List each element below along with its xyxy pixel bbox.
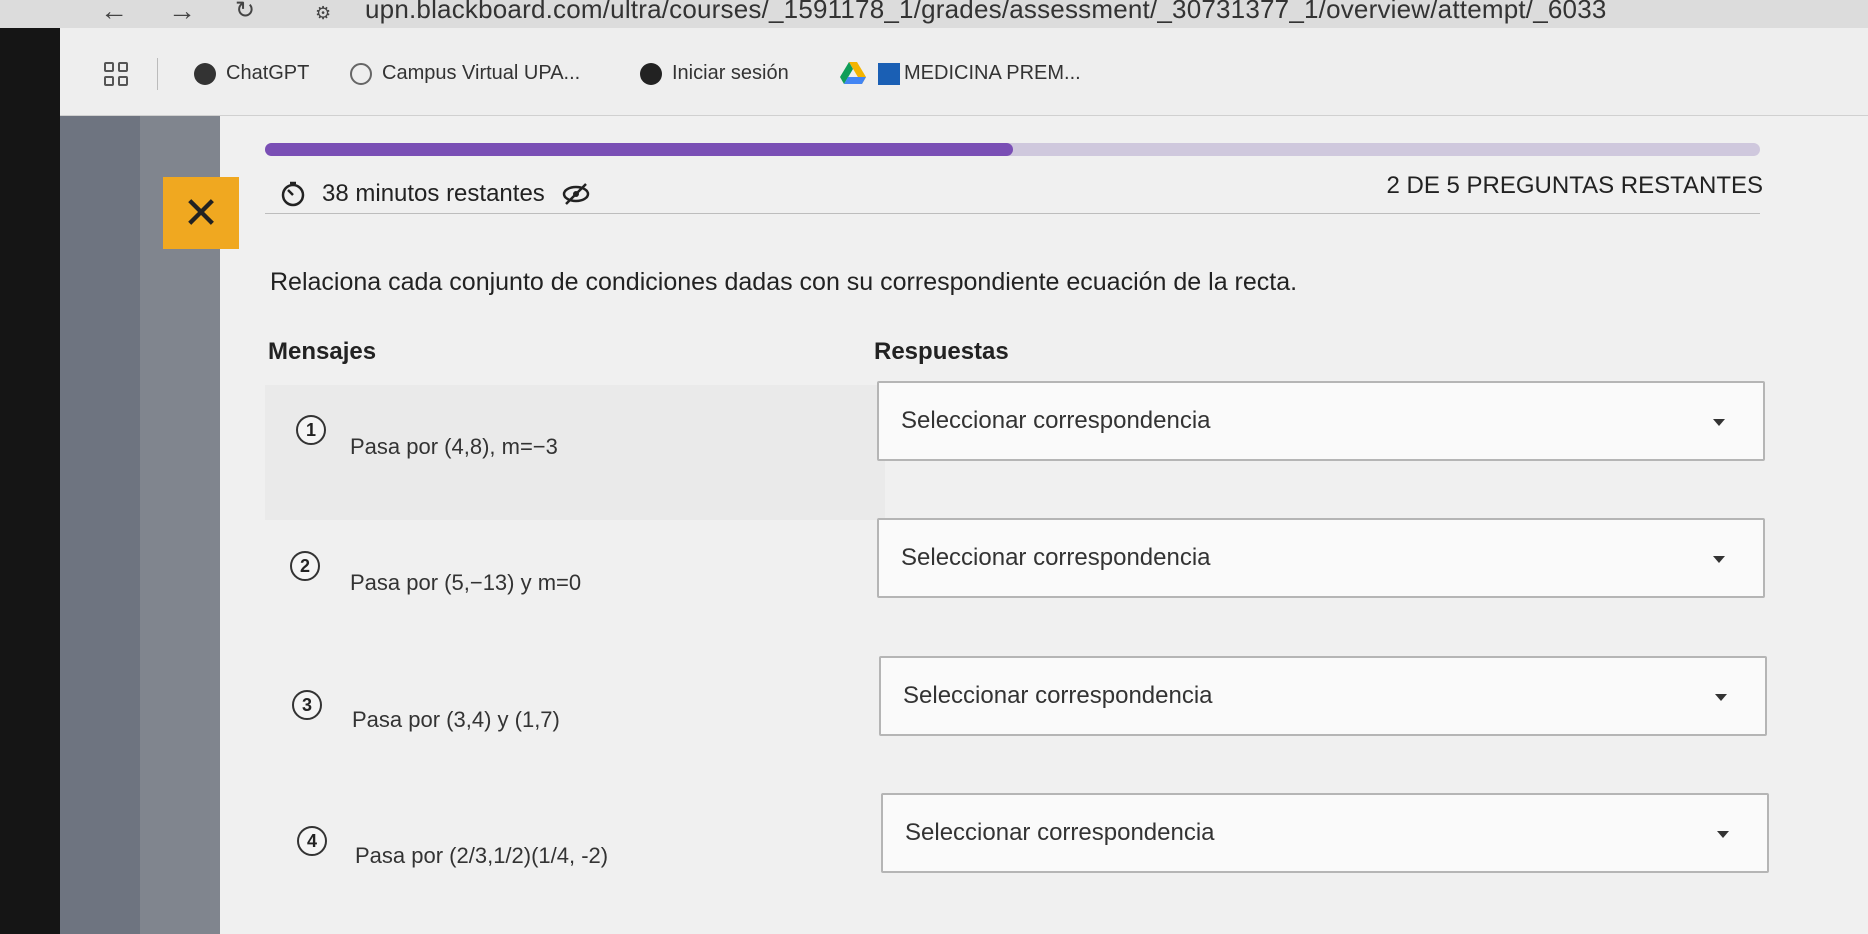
dropdown-caret-icon: [1715, 694, 1727, 701]
match-select-2[interactable]: Seleccionar correspondencia: [877, 518, 1765, 598]
match-select-4[interactable]: Seleccionar correspondencia: [881, 793, 1769, 873]
screen-bezel: [0, 28, 60, 934]
match-select-3[interactable]: Seleccionar correspondencia: [879, 656, 1767, 736]
apps-grid-icon[interactable]: [104, 62, 130, 88]
messages-column-header: Mensajes: [268, 338, 377, 365]
progress-bar: [265, 143, 1760, 156]
message-4: Pasa por (2/3,1/2)(1/4, -2): [355, 843, 609, 868]
answers-column-header: Respuestas: [874, 338, 1009, 365]
item-number-3: 3: [292, 690, 322, 720]
questions-remaining: 2 DE 5 PREGUNTAS RESTANTES: [1386, 172, 1763, 199]
bookmark-iniciar-sesion[interactable]: Iniciar sesión: [640, 62, 789, 85]
browser-toolbar: ← → ↻ ⚙ upn.blackboard.com/ultra/courses…: [0, 0, 1868, 28]
forward-arrow-icon[interactable]: →: [168, 0, 196, 26]
message-1: Pasa por (4,8), m=−3: [350, 434, 558, 459]
item-number-4: 4: [297, 826, 327, 856]
item-number-1: 1: [296, 415, 326, 445]
medicina-icon: [878, 62, 900, 85]
dropdown-caret-icon: [1713, 556, 1725, 563]
timer-icon: [281, 181, 305, 207]
timer-text: 38 minutos restantes: [322, 180, 545, 207]
message-3: Pasa por (3,4) y (1,7): [352, 707, 560, 732]
message-2: Pasa por (5,−13) y m=0: [350, 570, 582, 595]
chatgpt-icon: [194, 62, 216, 85]
match-select-1[interactable]: Seleccionar correspondencia: [877, 381, 1765, 461]
dropdown-caret-icon: [1713, 419, 1725, 426]
question-instruction: Relaciona cada conjunto de condiciones d…: [270, 268, 1298, 296]
globe-icon: [640, 62, 662, 85]
bookmark-google-drive[interactable]: [840, 62, 876, 84]
back-arrow-icon[interactable]: ←: [100, 0, 128, 26]
close-assessment-button[interactable]: ✕: [163, 177, 239, 249]
site-settings-icon[interactable]: ⚙: [315, 2, 331, 28]
reload-icon[interactable]: ↻: [235, 0, 255, 26]
bookmark-chatgpt[interactable]: ChatGPT: [194, 62, 309, 85]
bookmark-medicina[interactable]: MEDICINA PREM...: [878, 62, 1081, 85]
timer: 38 minutos restantes: [280, 180, 591, 208]
progress-bar-fill: [265, 143, 1013, 156]
google-drive-icon: [840, 62, 866, 84]
address-bar[interactable]: upn.blackboard.com/ultra/courses/_159117…: [365, 0, 1607, 25]
header-divider: [265, 213, 1760, 214]
campus-icon: [350, 62, 372, 85]
close-icon: ✕: [182, 188, 220, 238]
bookmarks-divider: [157, 58, 158, 90]
bookmarks-bar: ChatGPT Campus Virtual UPA... Iniciar se…: [60, 28, 1868, 116]
hide-timer-eye-icon[interactable]: [561, 182, 591, 206]
bookmark-campus-virtual[interactable]: Campus Virtual UPA...: [350, 62, 580, 85]
dropdown-caret-icon: [1717, 831, 1729, 838]
item-number-2: 2: [290, 551, 320, 581]
